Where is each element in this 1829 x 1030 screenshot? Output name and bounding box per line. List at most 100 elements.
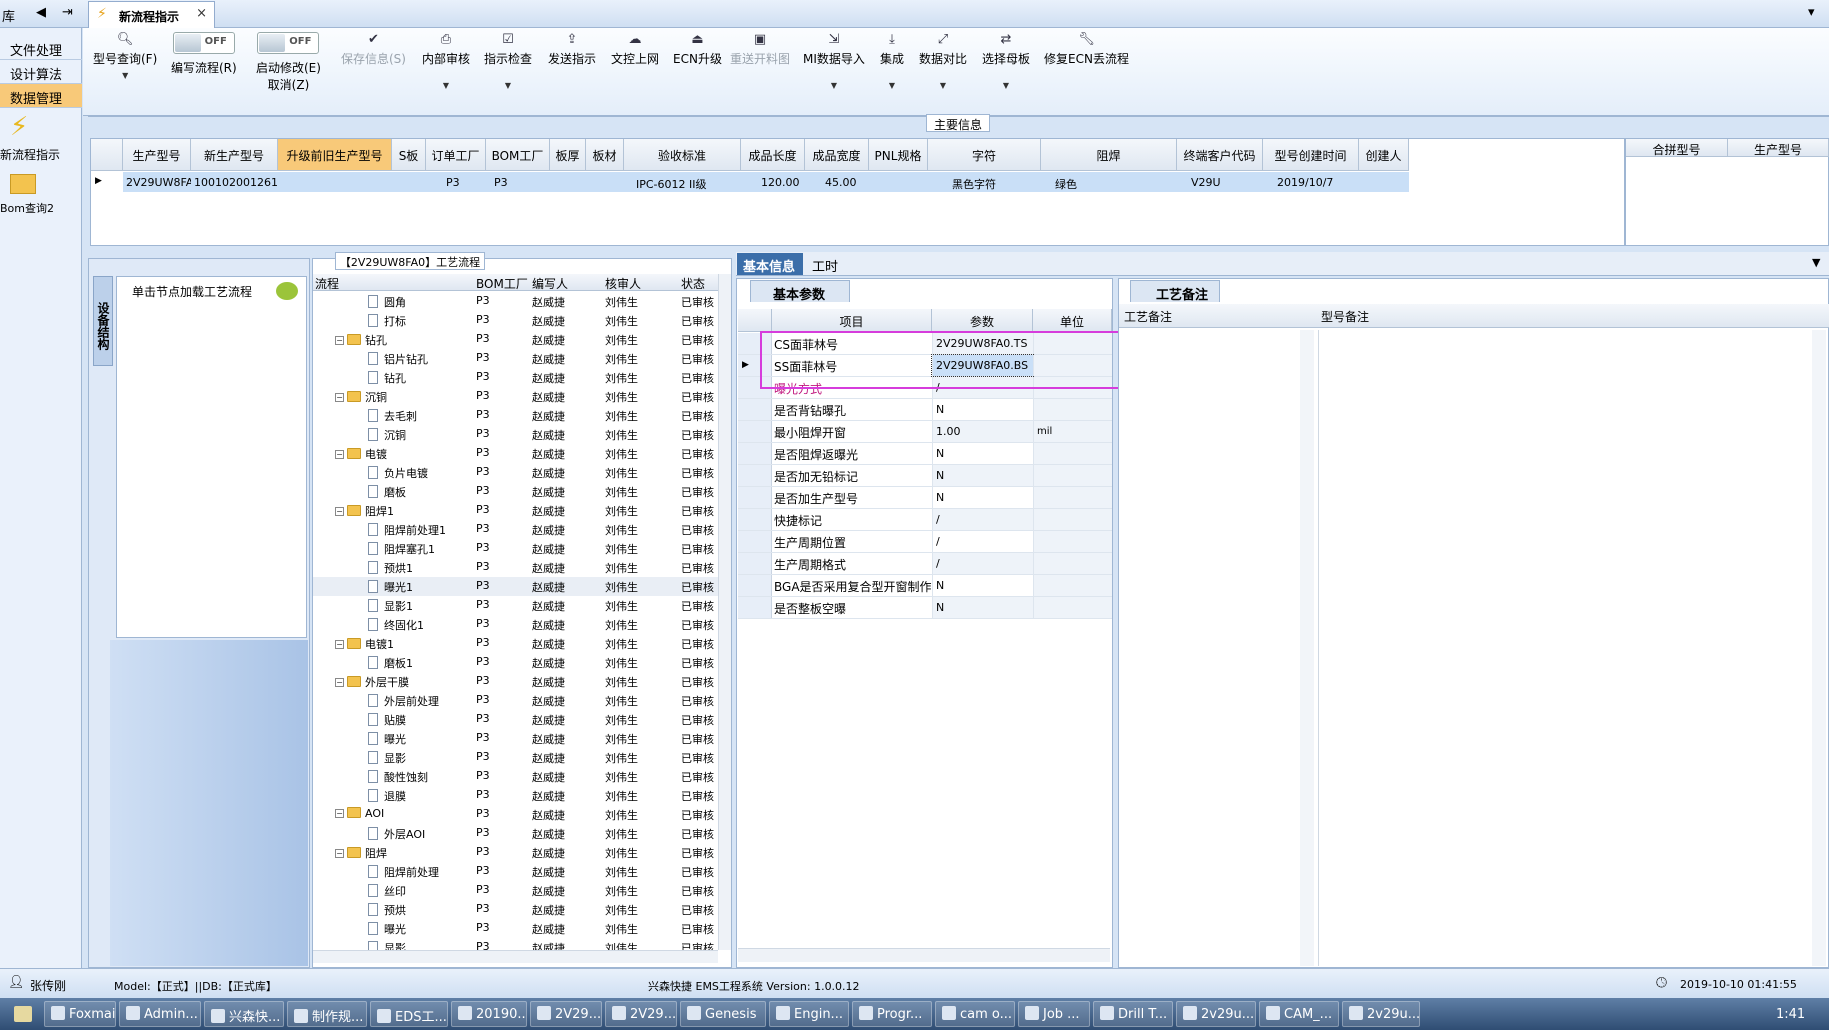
- row-selector[interactable]: [738, 597, 772, 618]
- grid-cell[interactable]: 2V29UW8FA0: [123, 172, 200, 192]
- taskbar-item[interactable]: Progr...: [852, 1001, 932, 1027]
- menu-item-data[interactable]: 数据管理: [0, 84, 82, 108]
- tree-row[interactable]: 终固化1 P3 赵威捷 刘伟生 已审核: [313, 615, 718, 634]
- tree-row[interactable]: − AOI P3 赵威捷 刘伟生 已审核: [313, 805, 718, 824]
- param-value[interactable]: N: [932, 487, 1033, 508]
- taskbar-item[interactable]: EDS工...: [370, 1001, 448, 1027]
- param-value[interactable]: 1.00: [932, 421, 1033, 442]
- collapse-icon[interactable]: −: [335, 450, 344, 459]
- params-horizontal-scrollbar[interactable]: [738, 948, 1110, 962]
- collapse-icon[interactable]: −: [335, 809, 344, 818]
- col-header[interactable]: 成品宽度: [805, 139, 869, 171]
- grid-cell[interactable]: [586, 172, 624, 192]
- row-selector[interactable]: [738, 553, 772, 574]
- tab-basic-info[interactable]: 基本信息: [737, 253, 803, 275]
- taskbar-item[interactable]: 2v29u...: [1342, 1001, 1420, 1027]
- col-header[interactable]: 板厚: [550, 139, 586, 171]
- ecn-upgrade-button[interactable]: ⏏ ECN升级: [673, 32, 722, 67]
- row-selector[interactable]: [738, 575, 772, 596]
- taskbar-item[interactable]: Genesis: [680, 1001, 766, 1027]
- grid-cell[interactable]: [869, 172, 928, 192]
- row-selector[interactable]: [738, 465, 772, 486]
- tree-row[interactable]: 显影 P3 赵威捷 刘伟生 已审核: [313, 748, 718, 767]
- col-header[interactable]: 新生产型号: [191, 139, 278, 171]
- tree-row[interactable]: 外层前处理 P3 赵威捷 刘伟生 已审核: [313, 691, 718, 710]
- col-header[interactable]: 字符: [928, 139, 1041, 171]
- chevron-down-icon[interactable]: ▼: [803, 81, 865, 90]
- resend-drawing-button[interactable]: ▣ 重送开料图: [730, 32, 790, 67]
- chevron-down-icon[interactable]: ▼: [919, 81, 967, 90]
- grid-cell[interactable]: 120.00: [741, 172, 805, 192]
- remarks-scrollbar[interactable]: [1300, 330, 1314, 966]
- taskbar-item[interactable]: cam o...: [935, 1001, 1015, 1027]
- param-row[interactable]: 是否背钻曝孔 N: [738, 399, 1112, 421]
- grid-cell[interactable]: P3: [426, 172, 486, 192]
- fix-ecn-button[interactable]: 🔧︎ 修复ECN丢流程: [1044, 32, 1129, 67]
- chevron-down-icon[interactable]: ▼: [422, 81, 470, 90]
- model-query-button[interactable]: 🔍︎ 型号查询(F) ▼: [93, 32, 157, 80]
- toggle-switch[interactable]: OFF: [172, 32, 235, 54]
- grid-cell[interactable]: IPC-6012 II级: [624, 172, 741, 192]
- row-selector[interactable]: [738, 487, 772, 508]
- nav-tree-box[interactable]: [116, 276, 307, 638]
- tree-row[interactable]: − 电镀 P3 赵威捷 刘伟生 已审核: [313, 444, 718, 463]
- col-header[interactable]: 成品长度: [741, 139, 805, 171]
- tree-row[interactable]: 退膜 P3 赵威捷 刘伟生 已审核: [313, 786, 718, 805]
- tree-row[interactable]: 阻焊前处理1 P3 赵威捷 刘伟生 已审核: [313, 520, 718, 539]
- tree-row[interactable]: 负片电镀 P3 赵威捷 刘伟生 已审核: [313, 463, 718, 482]
- taskbar-item[interactable]: Job ...: [1018, 1001, 1090, 1027]
- param-value[interactable]: N: [932, 399, 1033, 420]
- shortcut-new-flow[interactable]: 新流程指示: [0, 146, 60, 163]
- tree-row[interactable]: 去毛刺 P3 赵威捷 刘伟生 已审核: [313, 406, 718, 425]
- grid-cell[interactable]: P3: [486, 172, 550, 192]
- chevron-down-icon[interactable]: ▾: [1808, 5, 1815, 20]
- col-header[interactable]: 合拼型号: [1626, 139, 1728, 157]
- col-header[interactable]: 项目: [772, 309, 932, 332]
- tree-row[interactable]: 预烘 P3 赵威捷 刘伟生 已审核: [313, 900, 718, 919]
- cancel-label[interactable]: 取消(Z): [256, 76, 321, 93]
- instruction-check-button[interactable]: ☑ 指示检查 ▼: [484, 32, 532, 90]
- col-header[interactable]: 核审人: [605, 275, 641, 292]
- send-instruction-button[interactable]: ⇪ 发送指示: [548, 32, 596, 67]
- col-header[interactable]: 升级前旧生产型号: [278, 139, 392, 171]
- grid-cell[interactable]: [1359, 172, 1409, 192]
- lightning-icon[interactable]: ⚡: [10, 112, 34, 142]
- col-header[interactable]: 参数: [932, 309, 1033, 332]
- tree-row[interactable]: − 外层干膜 P3 赵威捷 刘伟生 已审核: [313, 672, 718, 691]
- col-header[interactable]: BOM工厂: [476, 275, 528, 292]
- col-header[interactable]: 生产型号: [1728, 139, 1829, 157]
- tree-row[interactable]: − 阻焊 P3 赵威捷 刘伟生 已审核: [313, 843, 718, 862]
- collapse-icon[interactable]: −: [335, 507, 344, 516]
- grid-cell[interactable]: 10010200126167: [191, 172, 292, 192]
- row-selector[interactable]: [738, 531, 772, 552]
- col-header[interactable]: PNL规格: [869, 139, 928, 171]
- tree-row[interactable]: 预烘1 P3 赵威捷 刘伟生 已审核: [313, 558, 718, 577]
- taskbar-item[interactable]: Foxmail: [44, 1001, 116, 1027]
- folder-icon[interactable]: [10, 174, 36, 194]
- col-header[interactable]: 工艺备注: [1124, 308, 1172, 325]
- collapse-icon[interactable]: −: [335, 393, 344, 402]
- param-value[interactable]: N: [932, 597, 1033, 618]
- tree-row[interactable]: 曝光1 P3 赵威捷 刘伟生 已审核: [313, 577, 718, 596]
- col-header[interactable]: 终端客户代码: [1177, 139, 1263, 171]
- auto-modify-toggle[interactable]: OFF 启动修改(E) 取消(Z): [256, 32, 321, 93]
- menu-item-file[interactable]: 文件处理: [0, 36, 82, 60]
- param-value[interactable]: /: [932, 531, 1033, 552]
- tree-row[interactable]: 外层AOI P3 赵威捷 刘伟生 已审核: [313, 824, 718, 843]
- grid-cell[interactable]: 45.00: [805, 172, 869, 192]
- param-row[interactable]: 是否阻焊返曝光 N: [738, 443, 1112, 465]
- param-row[interactable]: 是否加生产型号 N: [738, 487, 1112, 509]
- row-selector[interactable]: [738, 443, 772, 464]
- tree-row[interactable]: − 钻孔 P3 赵威捷 刘伟生 已审核: [313, 330, 718, 349]
- toggle-switch[interactable]: OFF: [257, 32, 320, 54]
- col-header[interactable]: 型号备注: [1321, 308, 1369, 325]
- param-row[interactable]: 最小阻焊开窗 1.00 mil: [738, 421, 1112, 443]
- grid-cell[interactable]: 绿色: [1041, 172, 1177, 192]
- tree-row[interactable]: − 电镀1 P3 赵威捷 刘伟生 已审核: [313, 634, 718, 653]
- col-header[interactable]: S板: [392, 139, 426, 171]
- tree-row[interactable]: 丝印 P3 赵威捷 刘伟生 已审核: [313, 881, 718, 900]
- collapse-icon[interactable]: −: [335, 640, 344, 649]
- collapse-icon[interactable]: −: [335, 849, 344, 858]
- tree-row[interactable]: 显影1 P3 赵威捷 刘伟生 已审核: [313, 596, 718, 615]
- col-header[interactable]: 单位: [1033, 309, 1112, 332]
